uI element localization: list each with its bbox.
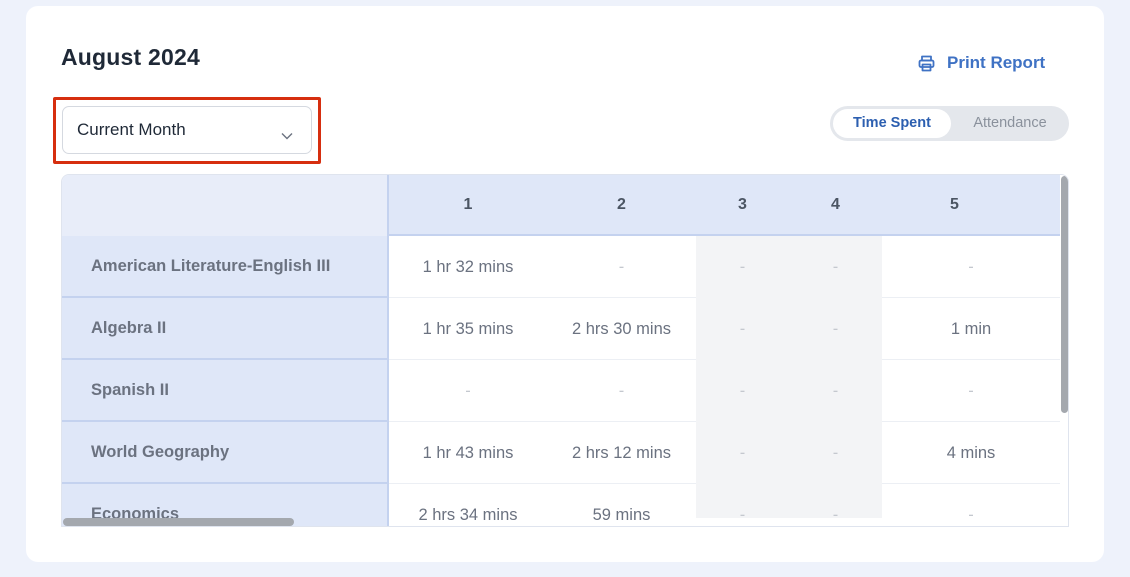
table-cell: 1 min bbox=[882, 298, 1060, 360]
table-cell: 2 hrs 30 mins bbox=[547, 298, 696, 360]
row-header-course: Algebra II bbox=[62, 298, 389, 360]
table-cell: - bbox=[547, 360, 696, 422]
period-select-value: Current Month bbox=[77, 120, 186, 139]
time-table: 1 2 3 4 5 American Literature-English II… bbox=[61, 174, 1069, 527]
period-select[interactable]: Current Month bbox=[62, 106, 312, 154]
print-report-label: Print Report bbox=[947, 53, 1046, 72]
table-cell: 59 mins bbox=[547, 484, 696, 526]
print-report-button[interactable]: Print Report bbox=[918, 53, 1045, 73]
column-header: 3 bbox=[738, 196, 747, 213]
column-header: 2 bbox=[617, 196, 626, 213]
vertical-scrollbar[interactable] bbox=[1061, 176, 1068, 413]
table-cell: 1 hr 43 mins bbox=[389, 422, 547, 484]
table-cell: - bbox=[739, 320, 746, 338]
column-header: 1 bbox=[463, 196, 473, 213]
table-cell: 1 hr 35 mins bbox=[389, 298, 547, 360]
table-cell: - bbox=[832, 506, 839, 524]
table-cell: 4 mins bbox=[882, 422, 1060, 484]
table-cell: - bbox=[882, 236, 1060, 298]
row-header-course: Spanish II bbox=[62, 360, 389, 422]
row-header-course: World Geography bbox=[62, 422, 389, 484]
column-header: 4 bbox=[831, 196, 840, 213]
table-header-row: 1 2 3 4 5 bbox=[389, 175, 1061, 236]
view-toggle: Time Spent Attendance bbox=[830, 106, 1069, 141]
horizontal-scrollbar[interactable] bbox=[63, 518, 294, 526]
toggle-time-spent[interactable]: Time Spent bbox=[833, 109, 951, 138]
table-cell: - bbox=[547, 236, 696, 298]
table-cell: - bbox=[882, 360, 1060, 422]
table-cell: - bbox=[832, 382, 839, 400]
table-cell: 2 hrs 34 mins bbox=[389, 484, 547, 526]
row-header-course: American Literature-English III bbox=[62, 236, 389, 298]
toggle-attendance[interactable]: Attendance bbox=[954, 109, 1066, 138]
column-header: 5 bbox=[950, 196, 959, 213]
page-title: August 2024 bbox=[61, 44, 200, 70]
table-cell: - bbox=[739, 258, 746, 276]
table-cell: - bbox=[832, 258, 839, 276]
table-cell: 2 hrs 12 mins bbox=[547, 422, 696, 484]
table-cell: - bbox=[389, 360, 547, 422]
table-cell: - bbox=[882, 484, 1060, 526]
table-corner bbox=[62, 175, 389, 236]
printer-icon bbox=[918, 55, 935, 72]
table-cell: - bbox=[739, 444, 746, 462]
chevron-down-icon bbox=[281, 125, 293, 145]
table-cell: - bbox=[739, 382, 746, 400]
table-cell: - bbox=[832, 320, 839, 338]
table-cell: - bbox=[832, 444, 839, 462]
table-cell: 1 hr 32 mins bbox=[389, 236, 547, 298]
table-cell: - bbox=[739, 506, 746, 524]
